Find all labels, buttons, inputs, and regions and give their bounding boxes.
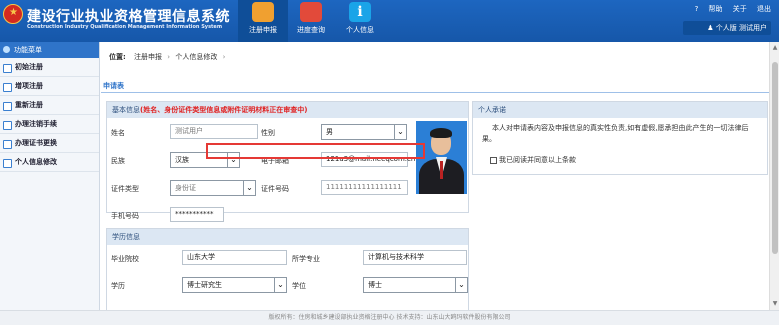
- education-level-label: 学历: [111, 282, 125, 290]
- user-name: 测试用户: [739, 24, 767, 32]
- info-icon: i: [349, 2, 371, 22]
- sidebar-item-initial-registration[interactable]: 初始注册: [0, 58, 99, 77]
- review-warning-highlight: [206, 143, 425, 159]
- basic-info-title: 基本信息: [112, 106, 140, 114]
- id-type-label: 证件类型: [111, 185, 139, 193]
- sidebar-item-personal-info-edit[interactable]: 个人信息修改: [0, 153, 99, 172]
- form-section-title: 申请表: [103, 82, 124, 90]
- gender-label: 性别: [261, 129, 275, 137]
- vertical-scrollbar[interactable]: ▲ ▼: [769, 42, 779, 310]
- name-field[interactable]: 测试用户: [170, 124, 258, 139]
- phone-field[interactable]: ***********: [170, 207, 224, 222]
- user-edition: 个人版: [715, 24, 737, 32]
- user-badge[interactable]: ♟ 个人版 测试用户: [683, 21, 771, 35]
- sidebar-item-additional-registration[interactable]: 增项注册: [0, 77, 99, 96]
- pledge-agree-checkbox[interactable]: 我已阅读并同意以上条款: [490, 155, 576, 165]
- ethnicity-value: 汉族: [175, 156, 189, 164]
- breadcrumb-label: 位置:: [109, 53, 126, 61]
- breadcrumb: 位置: 注册申报 › 个人信息修改 ›: [109, 52, 228, 62]
- chevron-down-icon: ⌄: [394, 125, 406, 139]
- gender-value: 男: [326, 128, 333, 136]
- tab-register-label: 注册申报: [249, 26, 277, 34]
- help-icon: ?: [694, 5, 699, 13]
- sidebar-item-re-registration[interactable]: 重新注册: [0, 96, 99, 115]
- about-link[interactable]: 关于: [733, 5, 747, 13]
- chevron-down-icon: ⌄: [243, 181, 255, 195]
- degree-select[interactable]: 博士 ⌄: [363, 277, 468, 293]
- pledge-agree-label: 我已阅读并同意以上条款: [499, 156, 576, 164]
- user-icon: ♟: [707, 24, 714, 32]
- app-header: 建设行业执业资格管理信息系统 Construction Industry Qua…: [0, 0, 779, 42]
- tab-progress-label: 进度查询: [297, 26, 325, 34]
- help-link[interactable]: ? 帮助: [687, 5, 723, 13]
- scroll-thumb[interactable]: [772, 62, 778, 254]
- id-number-field[interactable]: 11111111111111111: [321, 180, 408, 195]
- tab-progress[interactable]: 进度查询: [286, 0, 336, 42]
- sidebar-item-cancellation[interactable]: 办理注销手续: [0, 115, 99, 134]
- top-links: ? 帮助 关于 退出: [679, 4, 771, 14]
- tab-personal-info[interactable]: i 个人信息: [335, 0, 385, 42]
- checkbox-box[interactable]: [490, 156, 497, 164]
- pledge-panel: 个人承诺 本人对申请表内容及申报信息的真实性负责,如有虚假,愿承担由此产生的一切…: [472, 101, 768, 175]
- sidebar-item-certificate-replacement[interactable]: 办理证书更换: [0, 134, 99, 153]
- chevron-down-icon: ⌄: [455, 278, 467, 292]
- breadcrumb-item: 个人信息修改: [175, 53, 218, 61]
- education-panel: 学历信息 毕业院校 山东大学 所学专业 计算机与技术科学 学历 博士研究生 ⌄ …: [106, 228, 469, 310]
- chevron-down-icon: ⌄: [274, 278, 286, 292]
- education-level-select[interactable]: 博士研究生 ⌄: [182, 277, 287, 293]
- school-label: 毕业院校: [111, 255, 139, 263]
- sidebar: 功能菜单 初始注册 增项注册 重新注册 办理注销手续 办理证书更换 个人信息修改: [0, 42, 100, 310]
- national-emblem-icon: [3, 4, 23, 24]
- sidebar-title: 功能菜单: [0, 42, 99, 58]
- system-title: 建设行业执业资格管理信息系统: [27, 9, 230, 25]
- name-label: 姓名: [111, 129, 125, 137]
- section-divider: [101, 92, 769, 93]
- id-type-value: 身份证: [175, 184, 196, 192]
- phone-label: 手机号码: [111, 212, 139, 220]
- tab-personal-info-label: 个人信息: [346, 26, 374, 34]
- major-field[interactable]: 计算机与技术科学: [363, 250, 467, 265]
- logout-link[interactable]: 退出: [757, 5, 771, 13]
- tab-register[interactable]: 注册申报: [238, 0, 288, 42]
- footer: 版权所有：住房和城乡建设部执业资格注册中心 技术支持：山东山大鸥玛软件股份有限公…: [0, 310, 779, 325]
- education-level-value: 博士研究生: [187, 281, 222, 289]
- education-title: 学历信息: [107, 229, 468, 245]
- school-field[interactable]: 山东大学: [182, 250, 287, 265]
- ethnicity-label: 民族: [111, 157, 125, 165]
- review-warning: (姓名、身份证件类型信息或附件证明材料正在审查中): [140, 106, 308, 114]
- scroll-up-icon[interactable]: ▲: [771, 44, 779, 52]
- degree-value: 博士: [368, 281, 382, 289]
- breadcrumb-separator: ›: [167, 53, 171, 61]
- scroll-down-icon[interactable]: ▼: [771, 300, 779, 308]
- register-icon: [252, 2, 274, 22]
- degree-label: 学位: [292, 282, 306, 290]
- system-subtitle: Construction Industry Qualification Mana…: [27, 24, 223, 30]
- major-label: 所学专业: [292, 255, 320, 263]
- pledge-title: 个人承诺: [473, 102, 767, 118]
- monitor-icon: [300, 2, 322, 22]
- id-number-label: 证件号码: [261, 185, 289, 193]
- gender-select[interactable]: 男 ⌄: [321, 124, 407, 140]
- main-content: 位置: 注册申报 › 个人信息修改 › 申请表 基本信息(姓名、身份证件类型信息…: [101, 42, 769, 310]
- pledge-text: 本人对申请表内容及申报信息的真实性负责,如有虚假,愿承担由此产生的一切法律后果。: [482, 124, 749, 143]
- id-type-select[interactable]: 身份证 ⌄: [170, 180, 256, 196]
- breadcrumb-separator: ›: [222, 53, 226, 61]
- basic-info-header: 基本信息(姓名、身份证件类型信息或附件证明材料正在审查中): [107, 102, 468, 118]
- breadcrumb-item[interactable]: 注册申报: [134, 53, 162, 61]
